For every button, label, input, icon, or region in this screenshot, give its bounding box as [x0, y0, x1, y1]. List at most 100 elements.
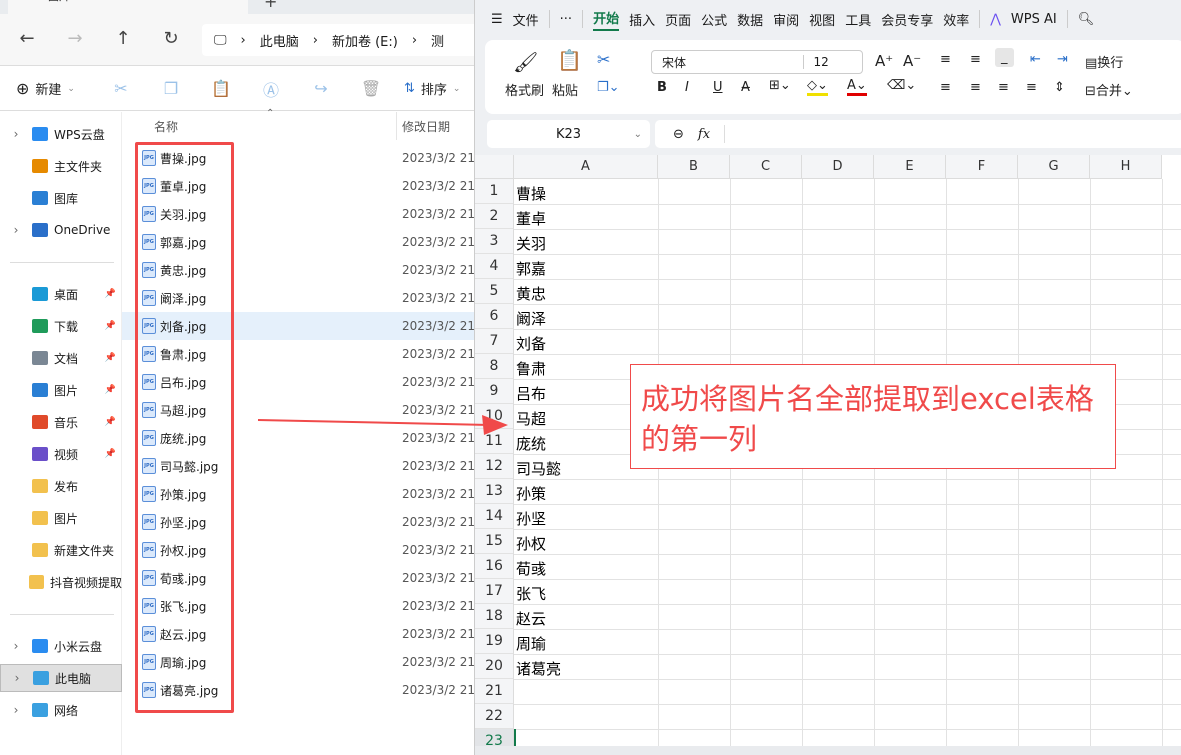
cell-a5[interactable]: 黄忠 — [514, 279, 658, 304]
chevron-right-icon[interactable]: › — [0, 703, 32, 717]
sidebar-item[interactable]: 抖音视频提取 — [0, 568, 122, 596]
paste-icon[interactable]: 📋 — [196, 79, 246, 98]
zoom-icon[interactable]: ⊖ — [673, 127, 684, 142]
cell-a6[interactable]: 阚泽 — [514, 304, 658, 329]
cut-icon[interactable]: ✂ — [597, 50, 610, 69]
column-header[interactable]: A — [514, 155, 658, 179]
rename-icon[interactable]: Ⓐ — [246, 77, 296, 101]
sidebar-item[interactable]: › 此电脑 — [0, 664, 122, 692]
up-icon[interactable]: ↑ — [108, 28, 138, 52]
underline-button[interactable]: U — [713, 80, 723, 95]
cell-a20[interactable]: 诸葛亮 — [514, 654, 658, 679]
row-header[interactable]: 8 — [475, 354, 514, 379]
italic-button[interactable]: I — [685, 80, 689, 95]
row-header[interactable]: 17 — [475, 579, 514, 604]
menu-tab[interactable]: 工具 — [845, 10, 871, 29]
menu-tab[interactable]: 插入 — [629, 10, 655, 29]
menu-tab[interactable]: WPS AI — [1011, 12, 1057, 27]
back-icon[interactable]: ← — [12, 28, 42, 52]
row-header[interactable]: 4 — [475, 254, 514, 279]
row-header[interactable]: 2 — [475, 204, 514, 229]
column-header-date[interactable]: 修改日期 — [402, 118, 450, 135]
sidebar-item[interactable]: 新建文件夹 — [0, 536, 122, 564]
column-header[interactable]: B — [658, 155, 730, 179]
menu-tab[interactable]: 文件 — [513, 10, 539, 29]
sidebar-item[interactable]: › 网络 — [0, 696, 122, 724]
sidebar-item[interactable]: 桌面 📌 — [0, 280, 122, 308]
refresh-icon[interactable]: ↻ — [156, 28, 186, 52]
cell-a21[interactable] — [514, 679, 658, 704]
copy-icon[interactable]: ❐⌄ — [597, 80, 620, 95]
align-middle-icon[interactable]: ≡ — [970, 52, 981, 67]
sidebar-item[interactable]: 图库 — [0, 184, 122, 212]
row-header[interactable]: 12 — [475, 454, 514, 479]
indent-icon[interactable]: ⇥ — [1057, 52, 1068, 67]
sidebar-item[interactable]: 图片 — [0, 504, 122, 532]
sort-button[interactable]: ⇅ 排序 ⌄ — [396, 79, 460, 98]
formula-bar[interactable]: ⊖ fx — [655, 120, 1181, 148]
cell-a4[interactable]: 郭嘉 — [514, 254, 658, 279]
menu-tab[interactable]: ··· — [560, 12, 572, 27]
column-header[interactable]: G — [1018, 155, 1090, 179]
sidebar-item[interactable]: 文档 📌 — [0, 344, 122, 372]
menu-tab[interactable]: 视图 — [809, 10, 835, 29]
row-header[interactable]: 5 — [475, 279, 514, 304]
chevron-right-icon[interactable]: › — [0, 639, 32, 653]
cell-a7[interactable]: 刘备 — [514, 329, 658, 354]
column-header[interactable]: D — [802, 155, 874, 179]
row-header[interactable]: 21 — [475, 679, 514, 704]
sidebar-item[interactable]: › OneDrive — [0, 216, 122, 244]
cell-a16[interactable]: 荀彧 — [514, 554, 658, 579]
fill-color-icon[interactable]: ◇⌄ — [807, 78, 828, 96]
row-header[interactable]: 19 — [475, 629, 514, 654]
forward-icon[interactable]: → — [60, 28, 90, 52]
chevron-right-icon[interactable]: › — [0, 127, 32, 141]
menu-tab[interactable]: 公式 — [701, 10, 727, 29]
justify-icon[interactable]: ≡ — [1026, 80, 1037, 95]
row-header[interactable]: 9 — [475, 379, 514, 404]
new-button[interactable]: ⊕ 新建 ⌄ — [0, 79, 96, 98]
menu-tab[interactable]: 数据 — [737, 10, 763, 29]
column-header[interactable]: C — [730, 155, 802, 179]
cell-a1[interactable]: 曹操 — [514, 179, 658, 204]
row-header[interactable]: 14 — [475, 504, 514, 529]
font-color-icon[interactable]: A⌄ — [847, 78, 867, 96]
breadcrumb-item[interactable]: 此电脑 — [260, 31, 299, 50]
sidebar-item[interactable]: 发布 — [0, 472, 122, 500]
format-painter-button[interactable]: 格式刷 — [505, 80, 544, 99]
paste-icon[interactable]: 📋 — [557, 48, 582, 72]
eraser-icon[interactable]: ⌫⌄ — [887, 78, 916, 93]
row-header[interactable]: 22 — [475, 704, 514, 729]
column-header[interactable]: E — [874, 155, 946, 179]
sidebar-item[interactable]: 音乐 📌 — [0, 408, 122, 436]
fx-icon[interactable]: fx — [698, 127, 710, 142]
decrease-font-icon[interactable]: A⁻ — [903, 52, 921, 70]
align-top-icon[interactable]: ≡ — [940, 52, 951, 67]
copy-icon[interactable]: ❐ — [146, 79, 196, 98]
row-header[interactable]: 15 — [475, 529, 514, 554]
sidebar-item[interactable]: 主文件夹 — [0, 152, 122, 180]
bold-button[interactable]: B — [657, 80, 667, 95]
tab-close-icon[interactable]: ⌃ — [222, 0, 232, 8]
outdent-icon[interactable]: ⇤ — [1030, 52, 1041, 67]
cell-a15[interactable]: 孙权 — [514, 529, 658, 554]
row-header[interactable]: 6 — [475, 304, 514, 329]
align-right-icon[interactable]: ≡ — [998, 80, 1009, 95]
wrap-text-button[interactable]: ▤换行 — [1085, 52, 1123, 71]
chevron-right-icon[interactable]: › — [1, 671, 33, 685]
breadcrumb-item[interactable]: 测 — [431, 31, 444, 50]
row-header[interactable]: 20 — [475, 654, 514, 679]
menu-tab[interactable]: 效率 — [943, 10, 969, 29]
address-bar[interactable]: 🖵 › 此电脑 › 新加卷 (E:) › 测 — [202, 24, 482, 56]
cell-a13[interactable]: 孙策 — [514, 479, 658, 504]
name-box[interactable]: K23 ⌄ — [487, 120, 650, 148]
cell-a17[interactable]: 张飞 — [514, 579, 658, 604]
sidebar-item[interactable]: › WPS云盘 — [0, 120, 122, 148]
menu-tab[interactable]: 开始 — [593, 8, 620, 31]
font-size-select[interactable]: 12 — [802, 55, 862, 69]
strikethrough-icon[interactable]: A̶ — [741, 80, 750, 95]
row-header[interactable]: 7 — [475, 329, 514, 354]
row-header[interactable]: 1 — [475, 179, 514, 204]
cut-icon[interactable]: ✂ — [96, 79, 146, 98]
row-header[interactable]: 13 — [475, 479, 514, 504]
